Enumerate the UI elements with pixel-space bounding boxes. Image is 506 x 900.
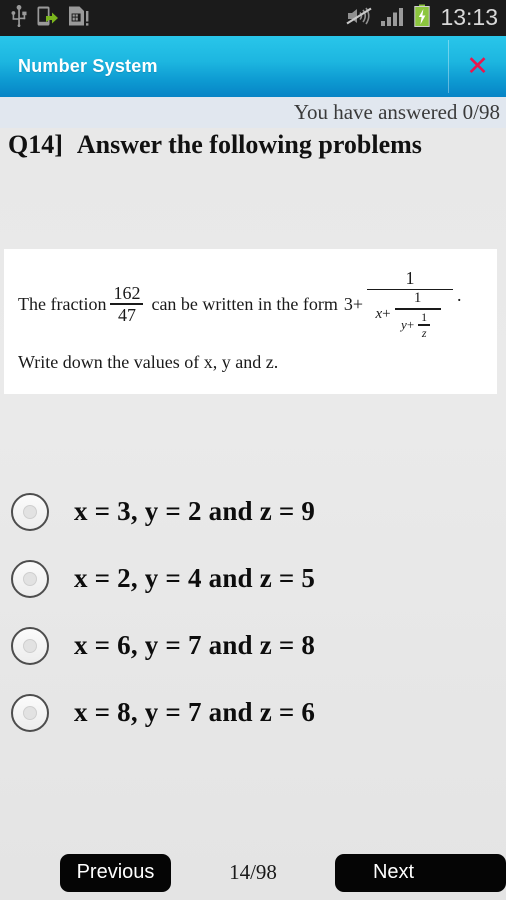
question-image-panel: The fraction 162 47 can be written in th… xyxy=(4,249,497,394)
cf-numerator-2: 1 xyxy=(413,290,422,307)
cf-denominator-1: x + 1 y + 1 z xyxy=(372,291,447,339)
previous-button[interactable]: Previous xyxy=(60,853,171,892)
cf-denominator-2: y + 1 z xyxy=(398,311,437,340)
status-clock: 13:13 xyxy=(440,4,498,30)
continued-fraction: 1 x + 1 y + 1 z xyxy=(363,269,457,339)
radio-inner-dot-a xyxy=(23,504,37,519)
option-row-b[interactable]: x = 2, y = 4 and z = 5 xyxy=(0,545,506,612)
question-number: Q14] xyxy=(8,130,63,159)
question-heading: Q14] Answer the following problems xyxy=(8,130,500,160)
statement-middle: can be written in the form xyxy=(151,293,338,314)
radio-button-b[interactable] xyxy=(11,559,49,598)
fraction-numerator: 162 xyxy=(113,282,141,303)
app-screen: 13:13 Number System ✕ You have answered … xyxy=(0,0,506,900)
close-icon: ✕ xyxy=(466,51,489,82)
cf-level-1: 1 x + 1 y + 1 z xyxy=(367,268,454,339)
cf-numerator-3: 1 xyxy=(421,309,428,324)
radio-inner-dot-b xyxy=(23,571,37,586)
fraction-denominator: 47 xyxy=(117,304,136,325)
cf-bar-2 xyxy=(394,308,441,310)
bottom-navigation: Previous 14/98 Next xyxy=(0,845,506,900)
mute-icon xyxy=(346,5,373,32)
radio-button-a[interactable] xyxy=(11,492,49,531)
cf-level-2: 1 y + 1 z xyxy=(394,290,441,340)
sim-card-icon xyxy=(68,5,89,32)
usb-icon xyxy=(10,4,28,32)
cf-bar-1 xyxy=(367,288,454,291)
option-row-c[interactable]: x = 6, y = 7 and z = 8 xyxy=(0,612,506,679)
cf-variable-x: x xyxy=(375,306,383,323)
cf-plus-2: + xyxy=(406,317,415,333)
question-statement-line-2: Write down the values of x, y and z. xyxy=(18,352,279,372)
battery-charging-icon xyxy=(414,4,431,32)
option-label-b: x = 2, y = 4 and z = 5 xyxy=(74,563,316,593)
option-label-a: x = 3, y = 2 and z = 9 xyxy=(74,496,316,526)
radio-button-c[interactable] xyxy=(11,626,49,665)
option-label-c: x = 6, y = 7 and z = 8 xyxy=(74,630,316,660)
cf-variable-z: z xyxy=(421,325,427,340)
cf-plus-1: + xyxy=(382,306,391,323)
radio-inner-dot-d xyxy=(23,705,37,720)
close-button[interactable]: ✕ xyxy=(449,36,506,97)
cf-level-3: 1 z xyxy=(418,309,431,340)
question-instruction: Answer the following problems xyxy=(76,130,422,159)
action-bar: Number System ✕ xyxy=(0,36,506,97)
answered-progress-bar: You have answered 0/98 xyxy=(0,97,506,128)
option-row-d[interactable]: x = 8, y = 7 and z = 6 xyxy=(0,679,506,746)
radio-button-d[interactable] xyxy=(11,693,49,732)
leading-term: 3+ xyxy=(343,293,364,314)
page-title: Number System xyxy=(18,56,158,76)
statement-period: . xyxy=(457,285,462,305)
question-statement-line-1: The fraction 162 47 can be written in th… xyxy=(18,269,462,339)
option-row-a[interactable]: x = 3, y = 2 and z = 9 xyxy=(0,478,506,545)
options-list: x = 3, y = 2 and z = 9 x = 2, y = 4 and … xyxy=(0,478,506,746)
status-bar-right-icons: 13:13 xyxy=(346,4,498,32)
status-bar-left-icons xyxy=(10,4,89,32)
statement-prefix: The fraction xyxy=(18,293,107,314)
radio-inner-dot-c xyxy=(23,638,37,653)
phone-transfer-icon xyxy=(37,5,59,32)
status-bar: 13:13 xyxy=(0,0,506,36)
next-button[interactable]: Next xyxy=(335,853,506,892)
answered-count-text: You have answered 0/98 xyxy=(293,100,500,124)
cf-numerator-1: 1 xyxy=(405,268,415,288)
signal-bars-icon xyxy=(380,5,406,32)
fraction-162-over-47: 162 47 xyxy=(110,282,144,325)
option-label-d: x = 8, y = 7 and z = 6 xyxy=(74,697,316,727)
